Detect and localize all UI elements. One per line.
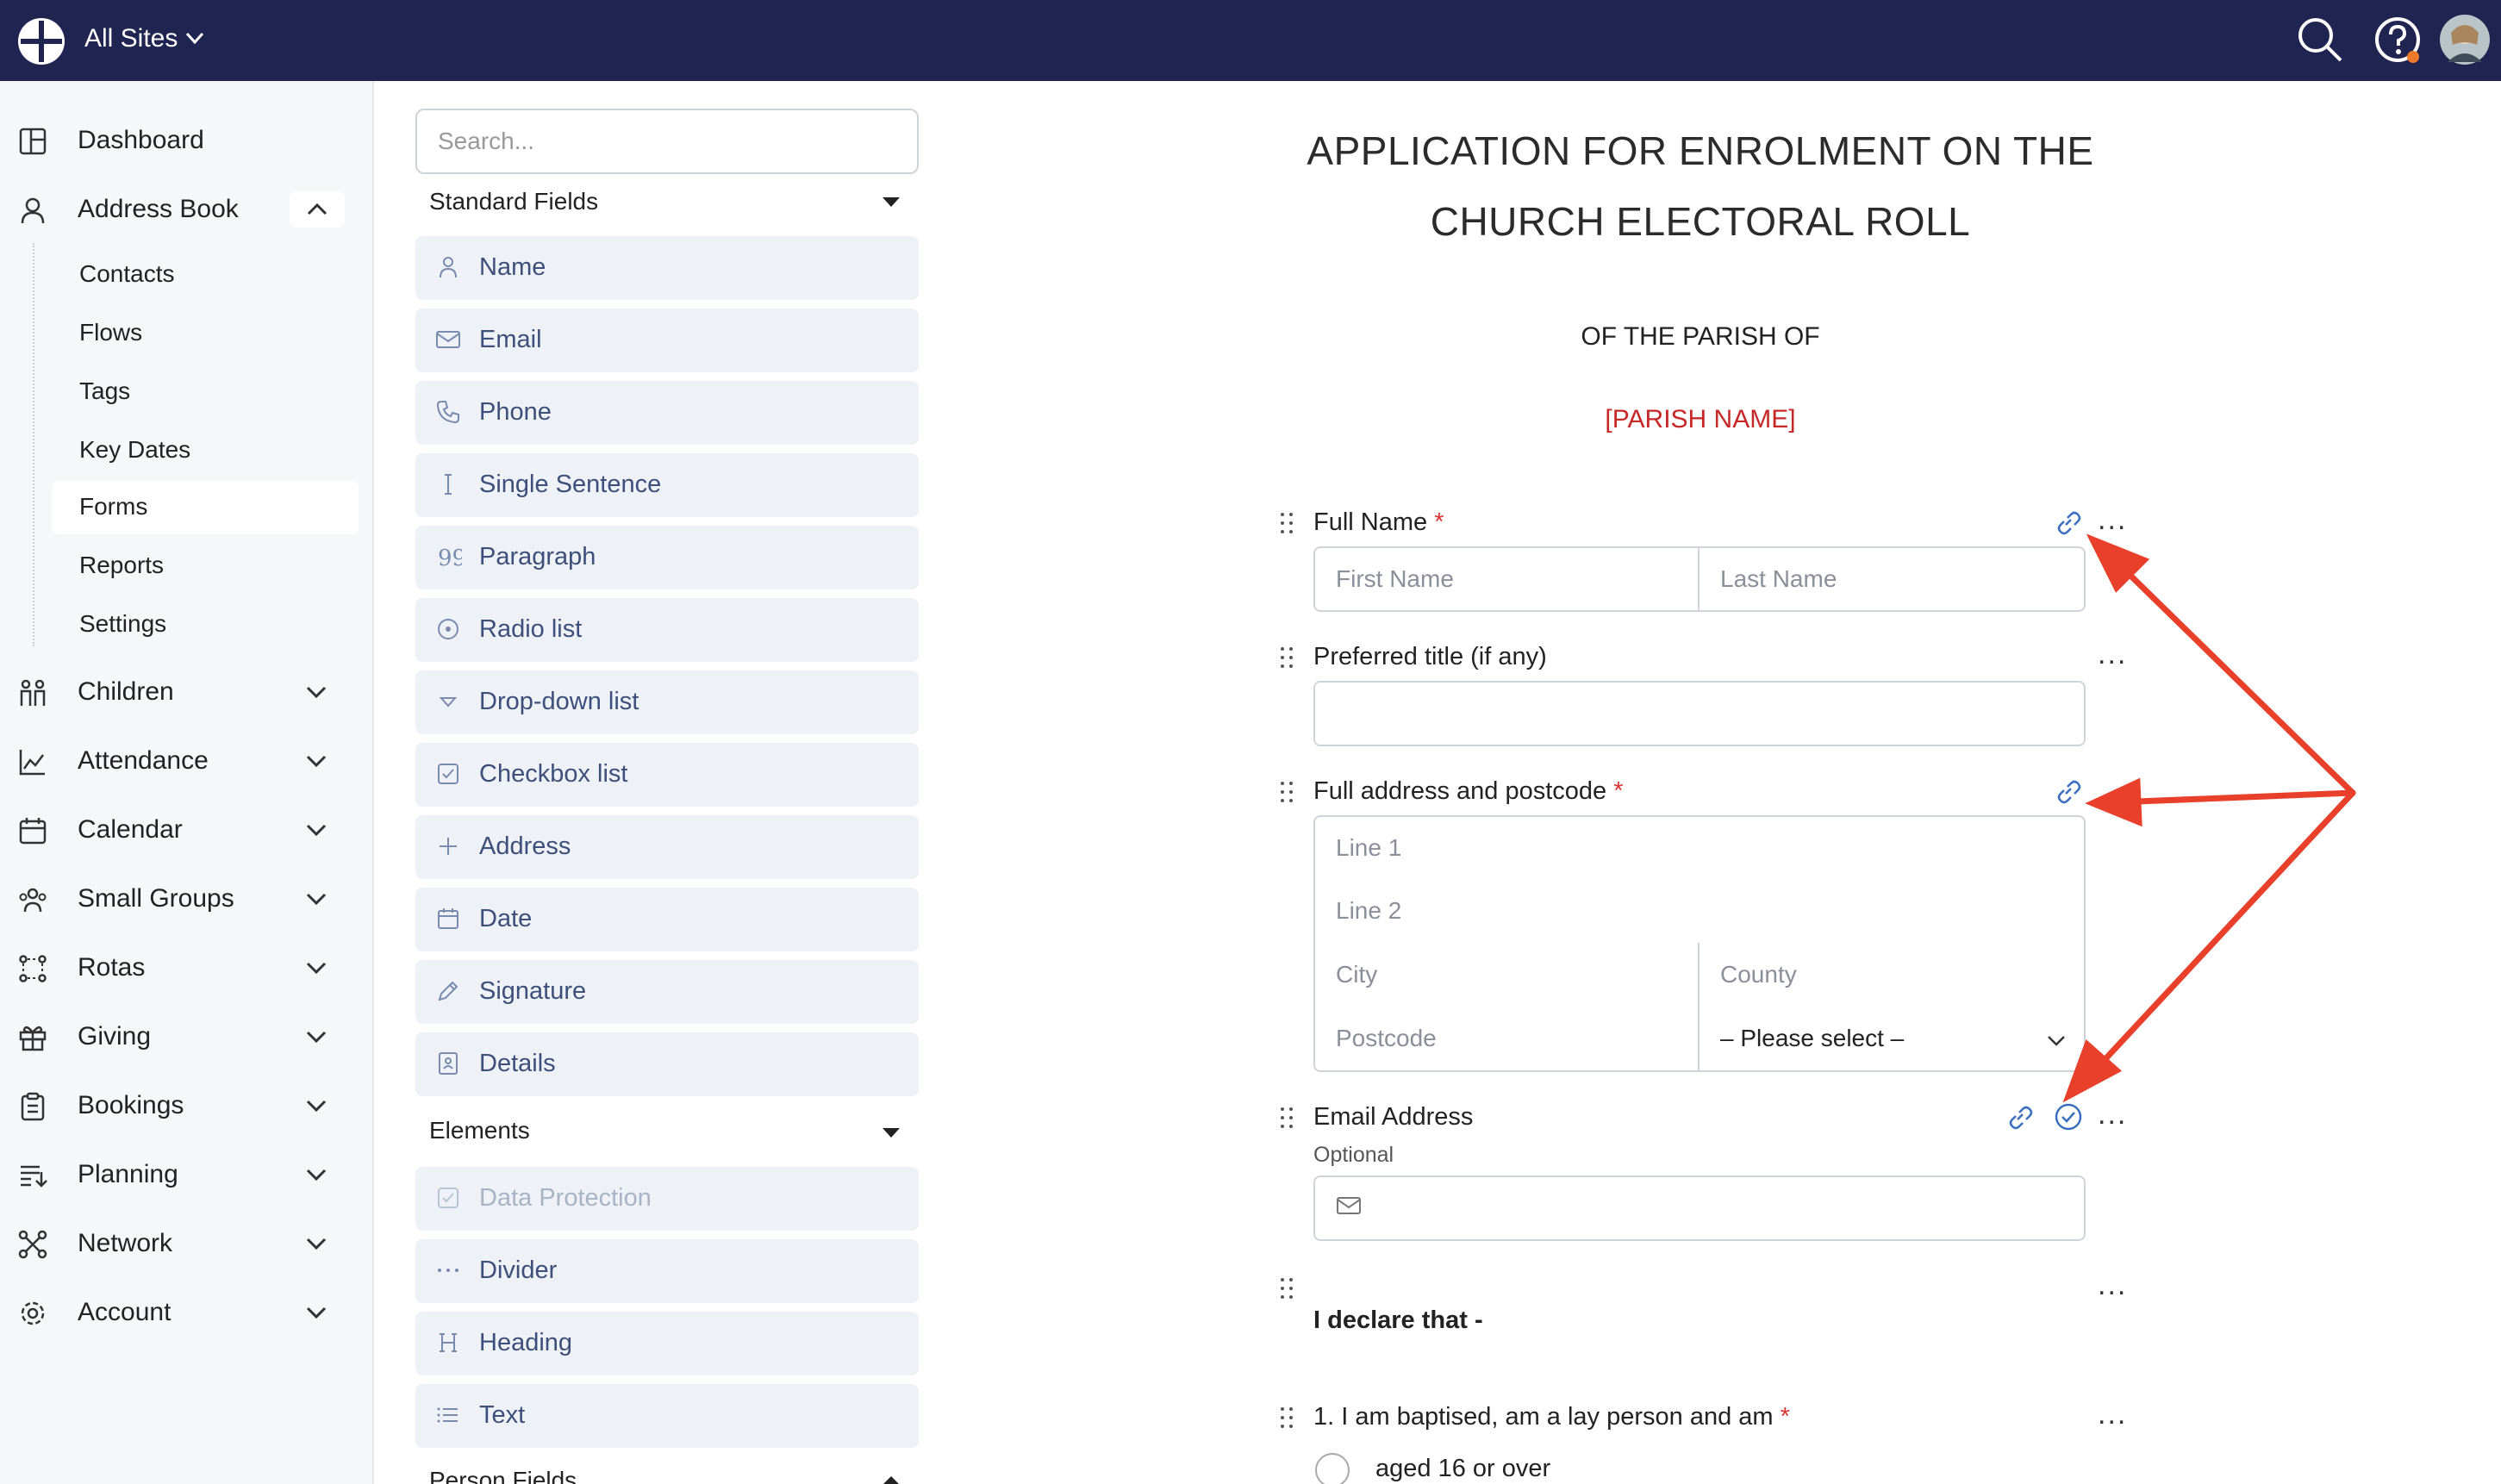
arrow-to-full-name-link xyxy=(2118,564,2356,796)
annotation-arrows xyxy=(2062,533,2356,1103)
arrow-to-email-check xyxy=(2099,789,2356,1065)
arrow-to-address-link xyxy=(2134,789,2356,805)
arrowhead xyxy=(2085,777,2142,827)
